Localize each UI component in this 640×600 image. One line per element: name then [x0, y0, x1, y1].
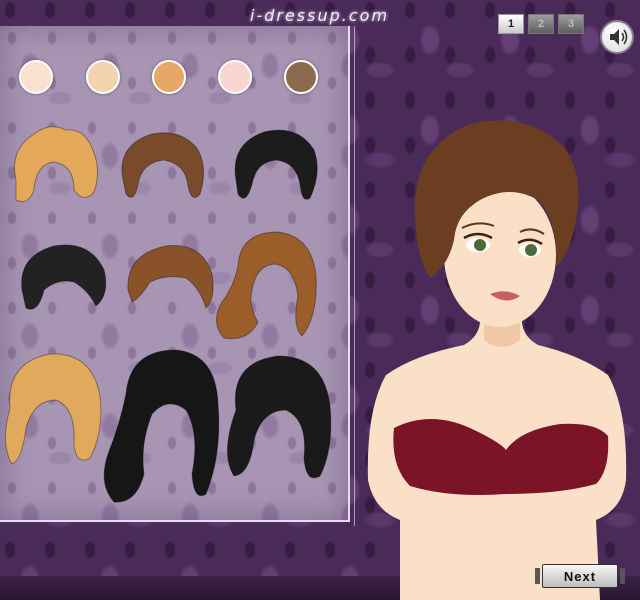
hairstyle-option-2[interactable]	[112, 124, 212, 214]
left-iris	[474, 239, 486, 251]
hair-shape	[121, 132, 204, 199]
hair-shape	[216, 231, 317, 340]
hairstyle-option-9[interactable]	[220, 350, 335, 490]
skin-tone-swatch-4[interactable]	[218, 60, 252, 94]
hairstyle-option-8[interactable]	[96, 344, 226, 509]
page-3-button[interactable]: 3	[558, 14, 584, 34]
page-2-button[interactable]: 2	[528, 14, 554, 34]
hair-shape	[234, 129, 318, 200]
hair-shape	[5, 353, 102, 465]
hair-shape	[127, 245, 214, 309]
hair-shape	[21, 244, 107, 310]
speaker-icon	[610, 29, 628, 45]
hairstyle-option-4[interactable]	[14, 236, 114, 326]
sound-toggle-button[interactable]	[600, 20, 634, 54]
hair-shape	[226, 355, 332, 479]
skin-tone-swatch-2[interactable]	[86, 60, 120, 94]
right-iris	[525, 244, 537, 256]
site-logo: i-dressup.com	[250, 6, 390, 25]
game-stage: i-dressup.com 1 2 3 Next	[0, 0, 640, 600]
page-1-button[interactable]: 1	[498, 14, 524, 34]
hairstyle-option-3[interactable]	[226, 122, 326, 212]
next-button[interactable]: Next	[535, 564, 625, 588]
hairstyle-option-1[interactable]	[4, 120, 104, 215]
hairstyle-option-7[interactable]	[0, 348, 105, 473]
panel-divider	[354, 26, 355, 526]
hairstyle-option-5[interactable]	[122, 238, 217, 318]
hairstyle-option-6[interactable]	[208, 226, 323, 346]
page-selector: 1 2 3	[498, 14, 584, 34]
skin-tone-swatch-1[interactable]	[19, 60, 53, 94]
skin-tone-swatch-3[interactable]	[152, 60, 186, 94]
hair-shape	[14, 126, 98, 203]
hair-shape	[103, 349, 220, 503]
doll-model	[367, 120, 627, 600]
skin-tone-swatch-5[interactable]	[284, 60, 318, 94]
